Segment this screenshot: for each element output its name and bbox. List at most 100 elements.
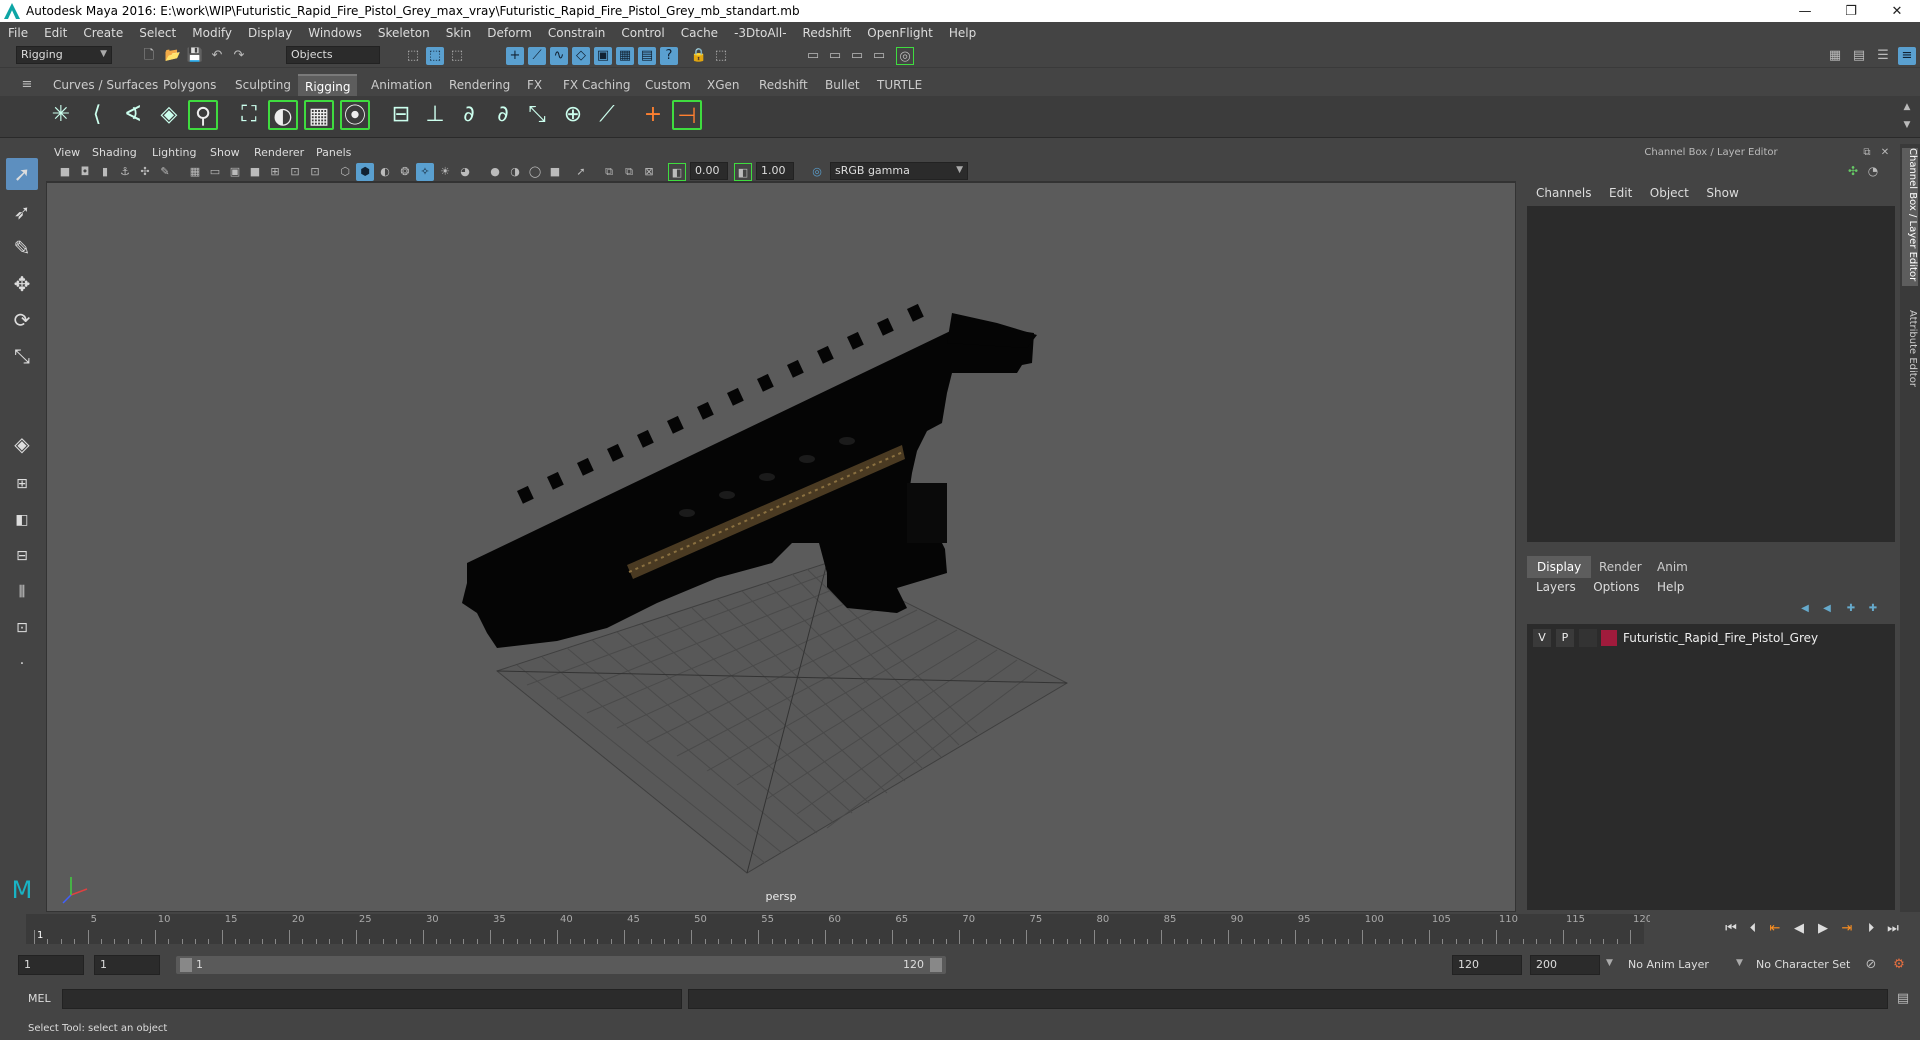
shelf-tab-bullet[interactable]: Bullet [818,74,867,96]
lattice-icon[interactable]: ▦ [304,100,334,130]
restore-button[interactable]: ❐ [1828,0,1874,22]
step-forward-key-icon[interactable]: ⇥ [1838,920,1856,938]
orient-constraint-icon[interactable]: ∂ [454,100,484,130]
anim-layer-dropdown[interactable]: No Anim Layer [1622,955,1740,975]
field-chart-icon[interactable]: ⊞ [266,163,284,181]
shelf-tab-xgen[interactable]: XGen [700,74,747,96]
scale-constraint-icon[interactable]: ⤡ [522,100,552,130]
menu-skeleton[interactable]: Skeleton [378,26,430,40]
tab-anim[interactable]: Anim [1647,556,1698,578]
menu-file[interactable]: File [8,26,28,40]
select-object-icon[interactable]: ⬚ [426,47,444,65]
vp-menu-view[interactable]: View [54,146,80,159]
menu-set-dropdown[interactable]: Rigging ▼ [16,46,112,64]
grease-pencil-icon[interactable]: ✎ [156,163,174,181]
workspace-icon[interactable]: ▦ [1826,47,1844,65]
select-rendering-icon[interactable]: ▤ [638,47,656,65]
gate-mask-icon[interactable]: ■ [246,163,264,181]
step-back-key-icon[interactable]: ⇤ [1766,920,1784,938]
select-surfaces-icon[interactable]: ◇ [572,47,590,65]
film-gate-icon[interactable]: ▭ [206,163,224,181]
toggle-outliner-icon[interactable]: ▤ [1850,47,1868,65]
select-tool-icon[interactable]: ➚ [6,158,38,190]
paint-select-tool-icon[interactable]: ✎ [6,232,38,264]
go-to-start-icon[interactable]: ⏮ [1722,920,1740,938]
safe-title-icon[interactable]: ⊡ [306,163,324,181]
vp-menu-renderer[interactable]: Renderer [254,146,304,159]
shelf-tab-turtle[interactable]: TURTLE [870,74,929,96]
locator-icon[interactable]: + [638,100,668,130]
single-perspective-layout-icon[interactable]: ◈ [6,428,38,460]
menu-cache[interactable]: Cache [681,26,718,40]
ipr-render-icon[interactable]: ▭ [848,47,866,65]
point-constraint-icon[interactable]: ⊟ [386,100,416,130]
selection-mode-dropdown[interactable]: Objects [286,46,380,64]
step-forward-frame-icon[interactable]: ⏵ [1862,920,1880,938]
layer-color-swatch[interactable] [1601,630,1617,646]
menu-constrain[interactable]: Constrain [548,26,606,40]
anim-layer-chevron-icon[interactable]: ▼ [1606,958,1613,968]
playback-end-field[interactable]: 120 [1452,955,1522,975]
select-curves-icon[interactable]: ∿ [550,47,568,65]
new-scene-icon[interactable]: 🗋 [140,47,158,65]
script-editor-icon[interactable]: ▤ [1894,990,1912,1008]
range-end-handle[interactable] [930,958,942,972]
select-joints-icon[interactable]: ⟋ [528,47,546,65]
play-backwards-icon[interactable]: ◀ [1790,920,1808,938]
menu-help[interactable]: Help [949,26,976,40]
scale-tool-icon[interactable]: ⤡ [6,340,38,372]
select-misc-icon[interactable]: ? [660,47,678,65]
range-start-handle[interactable] [180,958,192,972]
menu-redshift[interactable]: Redshift [803,26,852,40]
camera-attributes-icon[interactable]: ◘ [76,163,94,181]
shelf-tab-rendering[interactable]: Rendering [442,74,517,96]
layer-playback-toggle[interactable]: P [1556,629,1574,647]
side-tab-attribute-editor[interactable]: Attribute Editor [1902,310,1918,400]
menu-control[interactable]: Control [621,26,664,40]
select-deformations-icon[interactable]: ▣ [594,47,612,65]
play-forwards-icon[interactable]: ▶ [1814,920,1832,938]
screen-space-ao-icon[interactable]: ◕ [456,163,474,181]
hud-icon[interactable]: ⊠ [640,163,658,181]
wireframe-on-shaded-icon[interactable]: ◐ [376,163,394,181]
lock-selection-icon[interactable]: 🔒 [690,47,708,65]
menu-select[interactable]: Select [139,26,176,40]
ik-spline-icon[interactable]: ∢ [118,100,148,130]
manipulator-icon[interactable]: ✣ [1844,162,1862,180]
select-camera-icon[interactable]: ■ [56,163,74,181]
cb-menu-show[interactable]: Show [1706,186,1738,200]
bookmark-icon[interactable]: ▮ [96,163,114,181]
safe-action-icon[interactable]: ⊡ [286,163,304,181]
le-menu-layers[interactable]: Layers [1536,580,1576,594]
cb-menu-object[interactable]: Object [1650,186,1689,200]
auto-key-icon[interactable]: ⊘ [1862,956,1880,974]
wireframe-icon[interactable]: ⬡ [336,163,354,181]
shelf-tab-redshift[interactable]: Redshift [752,74,815,96]
menu-modify[interactable]: Modify [192,26,232,40]
shelf-tab-sculpting[interactable]: Sculpting [228,74,298,96]
grid-toggle-icon[interactable]: ▦ [186,163,204,181]
shelf-tab-custom[interactable]: Custom [638,74,698,96]
hypershade-layout-icon[interactable]: ⫼ [6,576,38,608]
menu-edit[interactable]: Edit [44,26,67,40]
render-settings-icon[interactable]: ▭ [870,47,888,65]
tab-display[interactable]: Display [1527,556,1592,578]
perspective-viewport[interactable]: persp [46,182,1516,912]
depth-of-field-icon[interactable]: ◯ [526,163,544,181]
float-panel-icon[interactable]: ⧉ [1858,144,1876,162]
tab-render[interactable]: Render [1589,556,1652,578]
menu-deform[interactable]: Deform [487,26,532,40]
side-tab-channel-box[interactable]: Channel Box / Layer Editor [1902,148,1918,286]
close-panel-icon[interactable]: ✕ [1876,144,1894,162]
shelf-tab-polygons[interactable]: Polygons [156,74,223,96]
hypershade-icon[interactable]: ◎ [896,47,914,65]
menu-create[interactable]: Create [83,26,123,40]
animation-preferences-icon[interactable]: ⚙ [1890,956,1908,974]
textured-icon[interactable]: ❂ [396,163,414,181]
render-view-icon[interactable]: ▭ [804,47,822,65]
shelf-tab-fx[interactable]: FX [520,74,549,96]
speed-icon[interactable]: ◔ [1864,162,1882,180]
minimize-button[interactable]: — [1782,0,1828,22]
color-management-icon[interactable]: ◎ [808,163,826,181]
geometry-constraint-icon[interactable]: ⟋ [592,100,622,130]
